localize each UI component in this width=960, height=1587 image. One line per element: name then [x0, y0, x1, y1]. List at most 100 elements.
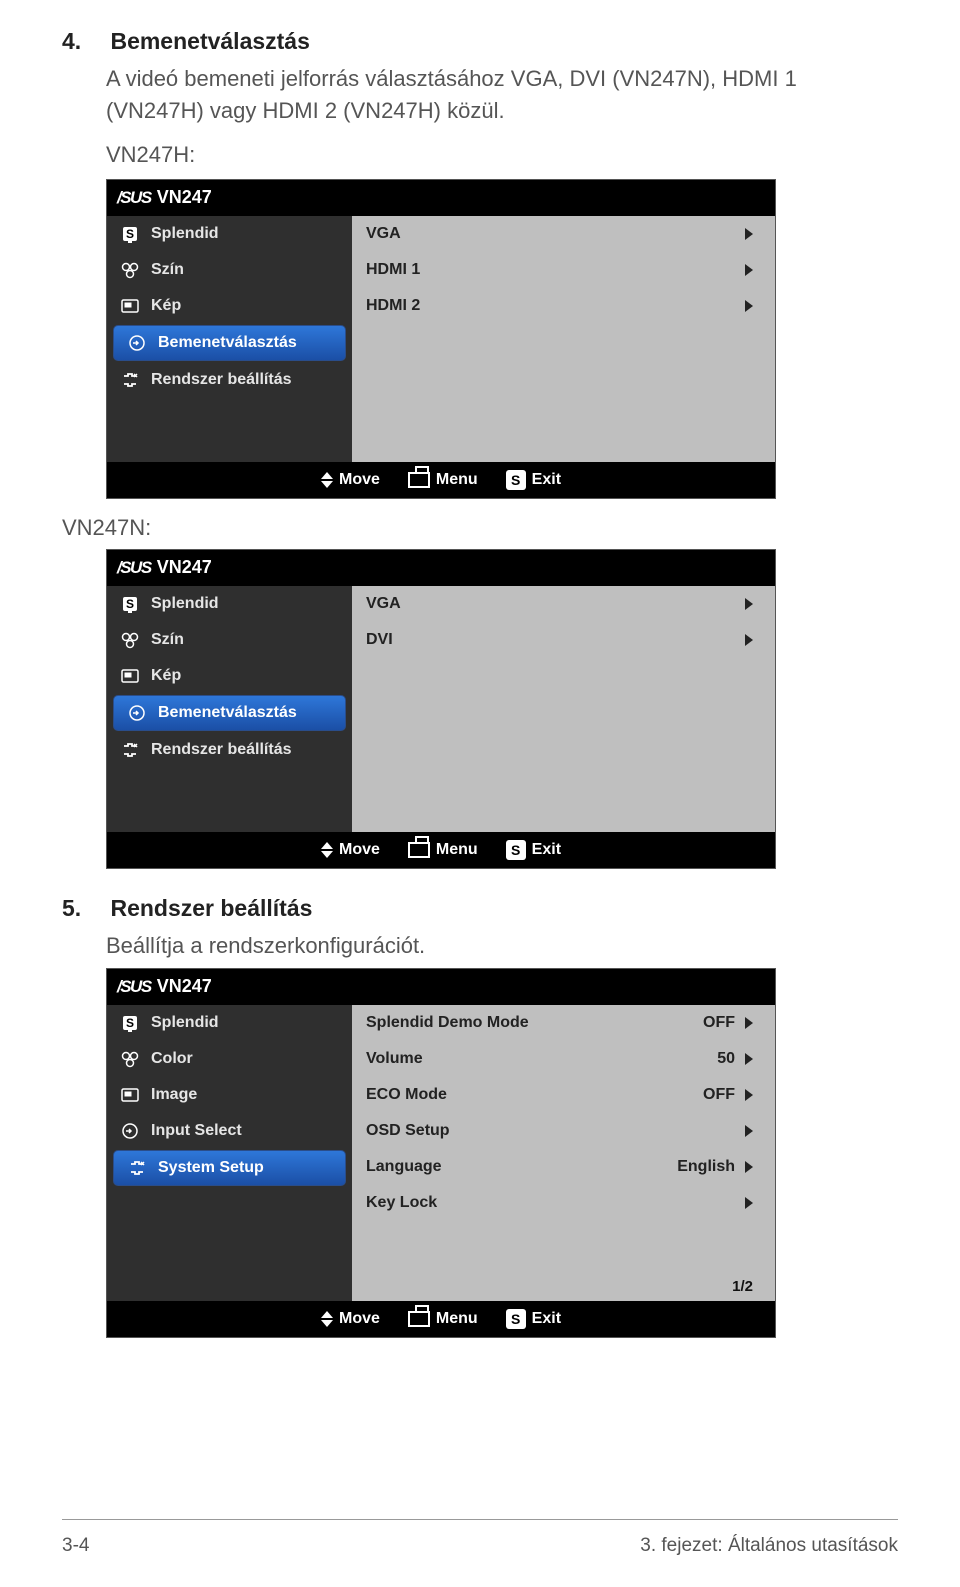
osd-footer: Move Menu SExit [107, 832, 775, 868]
chevron-right-icon [745, 1161, 753, 1173]
osd-header: /SUS VN247 [107, 180, 775, 216]
option-value: English [677, 1158, 735, 1176]
menu-hint: Menu [408, 471, 478, 489]
option-label: HDMI 1 [366, 261, 420, 279]
chevron-right-icon [745, 1089, 753, 1101]
osd-option-item[interactable]: HDMI 1 [352, 252, 775, 288]
section-number: 5. [62, 895, 106, 922]
exit-hint: SExit [506, 470, 561, 490]
osd-menu-item[interactable]: Input Select [107, 1113, 352, 1149]
osd-option-item[interactable]: ECO Mode OFF [352, 1077, 775, 1113]
chevron-right-icon [745, 300, 753, 312]
move-hint: Move [321, 471, 380, 489]
osd-menu-item[interactable]: S Splendid [107, 1005, 352, 1041]
menu-hint: Menu [408, 1310, 478, 1328]
osd-menu-item[interactable]: Kép [107, 288, 352, 324]
section-body: Beállítja a rendszerkonfigurációt. [106, 930, 898, 962]
svg-text:S: S [126, 1016, 134, 1030]
menu-item-icon [117, 630, 143, 650]
chapter-label: 3. fejezet: Általános utasítások [640, 1535, 898, 1557]
option-label: HDMI 2 [366, 297, 420, 315]
menu-item-label: Input Select [151, 1122, 242, 1140]
chevron-right-icon [745, 1125, 753, 1137]
osd-option-item[interactable]: HDMI 2 [352, 288, 775, 324]
chevron-right-icon [745, 1053, 753, 1065]
menu-item-label: Bemenetválasztás [158, 334, 297, 352]
osd-menu-item[interactable]: Bemenetválasztás [113, 695, 346, 731]
osd-page-indicator: 1/2 [732, 1278, 753, 1295]
option-value: OFF [703, 1086, 735, 1104]
osd-menu-item[interactable]: S Splendid [107, 216, 352, 252]
menu-item-label: Szín [151, 261, 184, 279]
option-label: OSD Setup [366, 1122, 450, 1140]
menu-icon [408, 1311, 430, 1327]
s-icon: S [506, 1309, 526, 1329]
chevron-right-icon [745, 1197, 753, 1209]
osd-menu-item[interactable]: Szín [107, 252, 352, 288]
option-label: Key Lock [366, 1194, 437, 1212]
menu-item-icon [117, 1085, 143, 1105]
option-label: Splendid Demo Mode [366, 1014, 529, 1032]
section-number: 4. [62, 28, 106, 55]
osd-menu-item[interactable]: System Setup [113, 1150, 346, 1186]
page-number: 3-4 [62, 1535, 89, 1557]
osd-menu-item[interactable]: Rendszer beállítás [107, 732, 352, 768]
osd-model: VN247 [157, 557, 212, 578]
osd-option-item[interactable]: VGA [352, 586, 775, 622]
menu-hint: Menu [408, 841, 478, 859]
osd-option-item[interactable]: Language English [352, 1149, 775, 1185]
chevron-right-icon [745, 1017, 753, 1029]
chevron-right-icon [745, 598, 753, 610]
menu-item-icon [117, 1049, 143, 1069]
osd-option-item[interactable]: VGA [352, 216, 775, 252]
menu-item-icon [117, 296, 143, 316]
model-label-n: VN247N: [62, 515, 898, 541]
chevron-right-icon [745, 228, 753, 240]
menu-item-icon [124, 333, 150, 353]
svg-text:S: S [126, 227, 134, 241]
menu-item-label: Image [151, 1086, 197, 1104]
svg-text:S: S [126, 597, 134, 611]
menu-item-icon [117, 666, 143, 686]
asus-logo: /SUS [117, 558, 151, 578]
osd-option-item[interactable]: Volume 50 [352, 1041, 775, 1077]
menu-item-label: Color [151, 1050, 193, 1068]
menu-item-icon: S [117, 1013, 143, 1033]
osd-menu-item[interactable]: Color [107, 1041, 352, 1077]
osd-menu-item[interactable]: Szín [107, 622, 352, 658]
menu-item-icon [117, 1121, 143, 1141]
menu-item-label: Splendid [151, 1014, 219, 1032]
osd-menu-item[interactable]: Kép [107, 658, 352, 694]
option-label: Language [366, 1158, 442, 1176]
menu-item-icon: S [117, 224, 143, 244]
osd-option-item[interactable]: DVI [352, 622, 775, 658]
osd-option-item[interactable]: Splendid Demo ModeOFF [352, 1005, 775, 1041]
model-label-h: VN247H: [106, 139, 898, 171]
menu-item-label: Bemenetválasztás [158, 704, 297, 722]
osd-menu-item[interactable]: Rendszer beállítás [107, 362, 352, 398]
s-icon: S [506, 470, 526, 490]
osd-footer: Move Menu SExit [107, 1301, 775, 1337]
menu-item-label: Rendszer beállítás [151, 371, 292, 389]
menu-item-icon [124, 1158, 150, 1178]
option-label: ECO Mode [366, 1086, 447, 1104]
menu-item-icon [124, 703, 150, 723]
option-value: 50 [717, 1050, 735, 1068]
osd-option-item[interactable]: Key Lock [352, 1185, 775, 1221]
move-hint: Move [321, 841, 380, 859]
option-label: Volume [366, 1050, 423, 1068]
menu-item-label: Splendid [151, 225, 219, 243]
menu-item-label: Splendid [151, 595, 219, 613]
osd-menu-item[interactable]: Bemenetválasztás [113, 325, 346, 361]
osd-header: /SUS VN247 [107, 969, 775, 1005]
osd-footer: Move Menu SExit [107, 462, 775, 498]
osd-option-item[interactable]: OSD Setup [352, 1113, 775, 1149]
osd-menu-item[interactable]: S Splendid [107, 586, 352, 622]
menu-icon [408, 842, 430, 858]
osd-model: VN247 [157, 976, 212, 997]
section-title: Rendszer beállítás [110, 895, 312, 922]
menu-item-label: Szín [151, 631, 184, 649]
menu-item-icon [117, 740, 143, 760]
option-label: DVI [366, 631, 393, 649]
osd-menu-item[interactable]: Image [107, 1077, 352, 1113]
